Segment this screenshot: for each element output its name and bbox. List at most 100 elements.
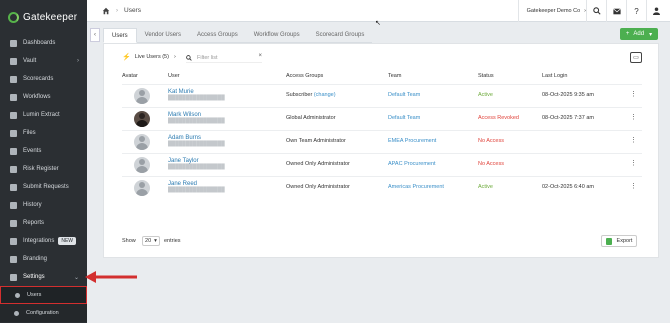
filter-input[interactable]: Filter list × [186,53,262,63]
row-menu-icon[interactable]: ⋮ [630,113,637,121]
live-users-filter[interactable]: ⚡ Live Users (5) › [122,53,176,61]
sidebar-item-workflows[interactable]: Workflows [0,88,87,106]
events-icon [9,147,17,155]
last-login: 02-Oct-2025 6:40 am [542,184,594,190]
change-link[interactable]: (change) [314,92,336,98]
sidebar-item-lumin-extract[interactable]: Lumin Extract [0,106,87,124]
sidebar-item-reports[interactable]: Reports [0,214,87,232]
help-icon[interactable]: ? [626,0,646,22]
sidebar-item-label: Workflows [23,94,51,100]
column-header-user[interactable]: User [168,73,180,79]
column-header-team[interactable]: Team [388,73,401,79]
table-footer: Show 20 ▾ entries Export [122,235,642,248]
user-email-redacted: ████████████████ [168,187,225,193]
scorecard-icon [9,75,17,83]
tab-access-groups[interactable]: Access Groups [189,28,246,43]
page-size-select[interactable]: 20 ▾ [142,236,160,246]
sidebar-item-events[interactable]: Events [0,142,87,160]
column-header-last-login[interactable]: Last Login [542,73,567,79]
row-menu-icon[interactable]: ⋮ [630,159,637,167]
table-row: Jane Taylor ████████████████ Owned Only Ad… [122,153,642,176]
sidebar-item-label: Settings [23,274,45,280]
tab-workflow-groups[interactable]: Workflow Groups [245,28,308,43]
last-login: 08-Oct-2025 7:37 am [542,115,594,121]
sidebar-item-label: Events [23,148,42,154]
sidebar-item-submit-requests[interactable]: Submit Requests [0,178,87,196]
team-link[interactable]: Americas Procurement [388,184,444,190]
chevron-down-icon: ▾ [649,31,653,38]
sidebar-item-scorecards[interactable]: Scorecards [0,70,87,88]
row-menu-icon[interactable]: ⋮ [630,182,637,190]
status-text: No Access [478,138,504,144]
tab-scorecard-groups[interactable]: Scorecard Groups [307,28,373,43]
add-button[interactable]: + Add ▾ [620,28,658,40]
column-settings-button[interactable]: ▭ [630,52,642,63]
search-icon [186,54,192,61]
sidebar-item-label: Risk Register [23,166,59,172]
home-icon[interactable] [102,7,110,15]
team-link[interactable]: APAC Procurement [388,161,436,167]
reports-icon [9,219,17,227]
table-row: Mark Wilson ████████████████ Global Admini… [122,107,642,130]
sidebar-subitem-configuration[interactable]: Configuration [0,304,87,322]
chevron-right-icon: › [77,58,79,64]
team-link[interactable]: EMEA Procurement [388,138,436,144]
column-header-access-groups[interactable]: Access Groups [286,73,323,79]
sidebar-item-settings[interactable]: Settings ⌄ [0,268,87,286]
row-menu-icon[interactable]: ⋮ [630,136,637,144]
dashboard-icon [9,39,17,47]
user-icon [13,291,21,299]
gear-icon [9,273,17,281]
row-menu-icon[interactable]: ⋮ [630,90,637,98]
sidebar-nav: Dashboards Vault › Scorecards Workflows Lumin… [0,34,87,322]
lightning-icon: ⚡ [122,54,131,61]
table-header: Avatar User Access Groups Team Status Last Lo… [122,73,642,83]
access-group-cell: Global Administrator [286,115,336,121]
entries-label: entries [164,238,181,244]
collapse-sidebar-button[interactable]: ‹ [90,28,100,42]
sidebar-item-vault[interactable]: Vault › [0,52,87,70]
tab-users[interactable]: Users [103,28,137,43]
files-icon [9,129,17,137]
team-link[interactable]: Default Team [388,92,420,98]
export-button[interactable]: Export [601,235,637,247]
search-icon[interactable] [586,0,606,22]
column-header-status[interactable]: Status [478,73,494,79]
sidebar-item-files[interactable]: Files [0,124,87,142]
sidebar-subitem-users[interactable]: Users [0,286,87,304]
status-text: No Access [478,161,504,167]
avatar [134,157,150,173]
submit-icon [9,183,17,191]
workflow-icon [9,93,17,101]
sidebar-item-risk-register[interactable]: Risk Register [0,160,87,178]
history-icon [9,201,17,209]
last-login: 08-Oct-2025 9:35 am [542,92,594,98]
sidebar-item-integrations[interactable]: Integrations NEW [0,232,87,250]
sidebar-item-dashboards[interactable]: Dashboards [0,34,87,52]
main-content: ‹ Users Vendor Users Access Groups Workflow… [87,22,670,323]
team-link[interactable]: Default Team [388,115,420,121]
columns-icon: ▭ [633,55,639,61]
user-menu-icon[interactable] [646,0,666,22]
sidebar-item-history[interactable]: History [0,196,87,214]
chevron-down-icon: ⌄ [73,274,79,281]
user-email-redacted: ████████████████ [168,118,225,124]
logo[interactable]: Gatekeeper [0,0,87,34]
chevron-down-icon: ▾ [154,238,157,244]
column-header-avatar[interactable]: Avatar [122,73,138,79]
clear-icon[interactable]: × [258,53,262,59]
sidebar-item-branding[interactable]: Branding [0,250,87,268]
org-switcher[interactable]: Gatekeeper Demo Co › [517,0,586,22]
page-size-value: 20 [145,238,152,244]
sidebar-item-label: Branding [23,256,48,262]
status-text: Active [478,184,493,190]
status-text: Active [478,92,493,98]
sidebar-item-label: Reports [23,220,45,226]
mail-icon[interactable] [606,0,626,22]
access-group-cell: Own Team Administrator [286,138,346,144]
status-text: Access Revoked [478,115,519,121]
avatar [134,111,150,127]
gatekeeper-logo-icon [8,11,19,23]
tab-vendor-users[interactable]: Vendor Users [136,28,190,43]
access-group-cell: Owned Only Administrator [286,161,350,167]
